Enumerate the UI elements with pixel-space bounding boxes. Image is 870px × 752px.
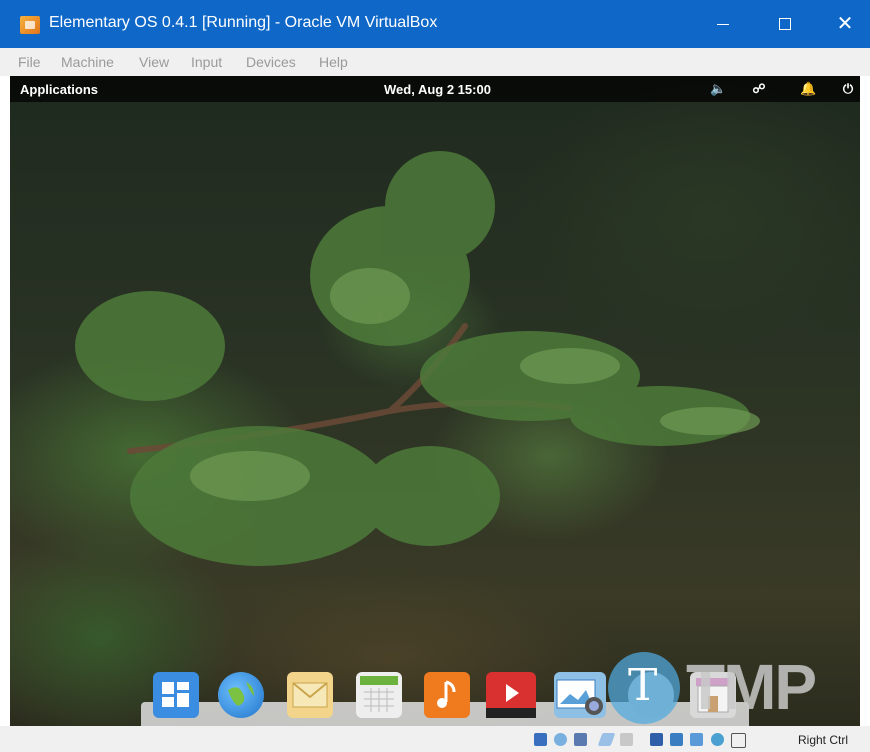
window-title: Elementary OS 0.4.1 [Running] - Oracle V… — [49, 14, 438, 31]
dock-calendar[interactable] — [356, 672, 402, 718]
guest-desktop[interactable]: Applications Wed, Aug 2 15:00 🔈 ☍ 🔔 ⏻ — [10, 76, 860, 726]
music-note-icon — [437, 680, 456, 708]
menu-view[interactable]: View — [139, 54, 169, 70]
mail-icon — [292, 682, 328, 708]
watermark-text: TMP — [686, 651, 817, 723]
mouse-integration-icon[interactable] — [711, 733, 724, 746]
calendar-icon — [360, 676, 398, 712]
display-icon[interactable] — [670, 733, 683, 746]
host-key-label: Right Ctrl — [798, 733, 849, 747]
window-titlebar[interactable]: Elementary OS 0.4.1 [Running] - Oracle V… — [0, 0, 870, 48]
optical-drive-icon[interactable] — [554, 733, 567, 746]
volume-icon[interactable]: 🔈 — [710, 81, 726, 97]
photos-icon — [556, 679, 603, 715]
audio-icon[interactable] — [574, 733, 587, 746]
shared-folders-icon[interactable] — [650, 733, 663, 746]
play-icon — [486, 684, 536, 718]
dock-web-browser[interactable] — [218, 672, 264, 718]
globe-icon — [228, 682, 254, 706]
panel-clock[interactable]: Wed, Aug 2 15:00 — [384, 82, 491, 97]
menu-devices[interactable]: Devices — [246, 54, 296, 70]
menu-file[interactable]: File — [18, 54, 41, 70]
network-icon[interactable]: ☍ — [751, 81, 767, 97]
multitasking-view-icon — [162, 682, 189, 707]
notification-bell-icon[interactable]: 🔔 — [800, 81, 816, 97]
watermark-letter: T — [628, 660, 658, 711]
applications-menu[interactable]: Applications — [20, 82, 98, 97]
keyboard-capture-icon[interactable] — [731, 733, 746, 748]
wallpaper-branch — [75, 151, 760, 566]
menu-input[interactable]: Input — [191, 54, 222, 70]
dock-videos[interactable] — [486, 672, 536, 718]
minimize-button[interactable] — [700, 8, 746, 40]
video-capture-icon[interactable] — [690, 733, 703, 746]
virtualbox-icon — [20, 16, 40, 34]
close-button[interactable]: ✕ — [822, 8, 868, 40]
dock-mail[interactable] — [287, 672, 333, 718]
maximize-button[interactable] — [762, 8, 808, 40]
power-icon[interactable]: ⏻ — [840, 81, 856, 97]
usb-icon[interactable] — [620, 733, 633, 746]
close-icon: ✕ — [836, 13, 854, 35]
menu-help[interactable]: Help — [319, 54, 348, 70]
status-bar: Right Ctrl — [0, 726, 870, 752]
menu-machine[interactable]: Machine — [61, 54, 114, 70]
tmp-watermark: T TMP — [608, 648, 858, 730]
hard-disk-icon[interactable] — [534, 733, 547, 746]
dock-multitasking-view[interactable] — [153, 672, 199, 718]
top-panel: Applications Wed, Aug 2 15:00 🔈 ☍ 🔔 ⏻ — [10, 76, 860, 102]
dock-music[interactable] — [424, 672, 470, 718]
dock-photos[interactable] — [554, 672, 606, 718]
network-adapter-icon[interactable] — [597, 733, 616, 746]
menu-bar: File Machine View Input Devices Help — [0, 48, 870, 76]
